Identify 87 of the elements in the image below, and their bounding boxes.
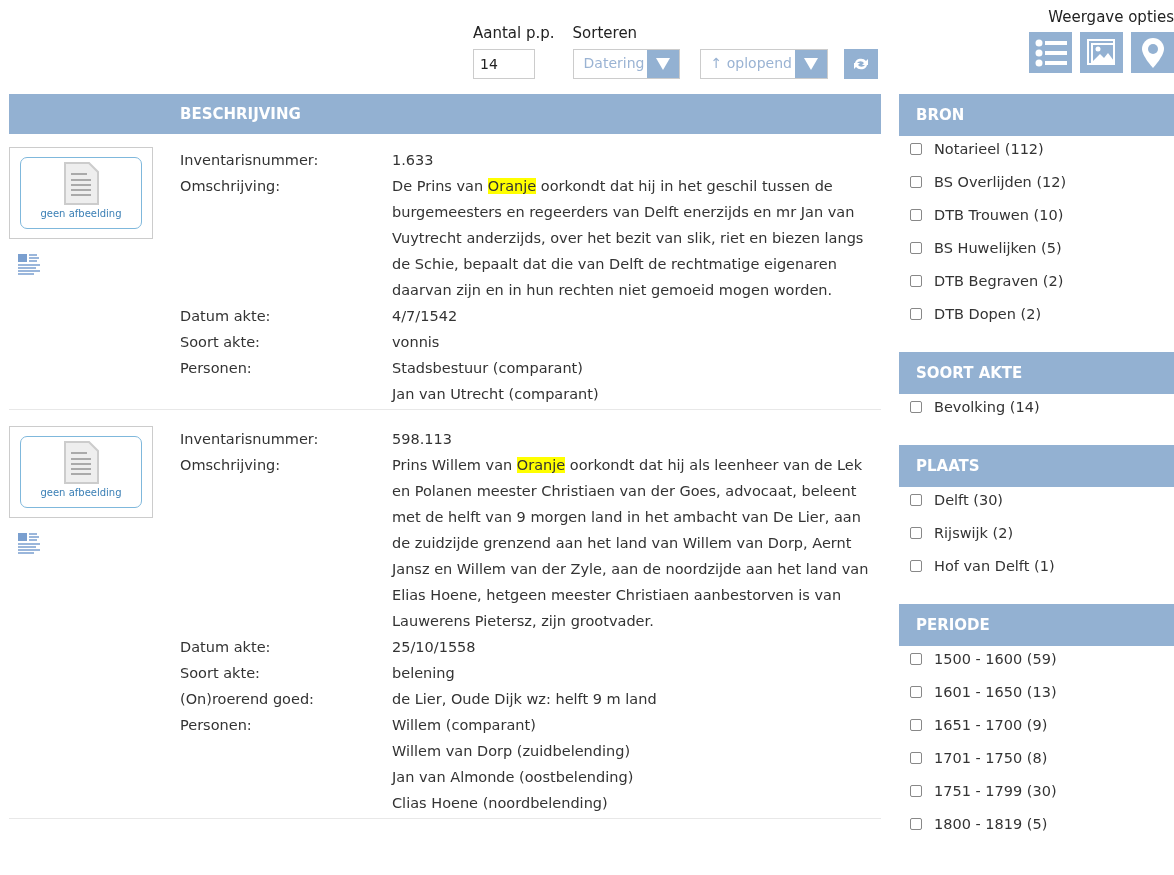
field-value: vonnis — [392, 333, 441, 352]
description-text: De Prins van Oranje oorkondt dat hij in het geschil tussen de burgemeesters en regeerders van Delft enerzijds en mr Jan van Vuytrecht anderzijds, over het bezit van slik, riet en biezen langs de Schie, bepaalt dat die van Delft de rechtmatige eigenaren daarvan zijn en in hun rechten niet gemoeid mogen worden. — [392, 177, 865, 300]
filter-option[interactable]: Hof van Delft (1) — [899, 549, 1055, 582]
field-value: 1.633 — [392, 151, 435, 170]
field-label: Omschrijving: — [180, 456, 282, 475]
checkbox[interactable] — [910, 274, 922, 287]
filter-option[interactable]: Delft (30) — [899, 483, 1004, 516]
filter-option[interactable]: Bevolking (14) — [899, 390, 1040, 423]
field-value: Willem (comparant) — [392, 716, 537, 735]
filter-option[interactable]: DTB Trouwen (10) — [899, 198, 1064, 231]
per-page-label: Aantal p.p. — [473, 24, 555, 42]
field-value: 4/7/1542 — [392, 307, 459, 326]
checkbox[interactable] — [910, 175, 922, 188]
thumbnail-frame[interactable]: geen afbeelding — [9, 426, 153, 518]
checkbox[interactable] — [910, 208, 922, 221]
view-options-label: Weergave opties — [1048, 8, 1174, 26]
field-value: Jan van Almonde (oostbelending) — [392, 768, 635, 787]
filter-option[interactable]: 1701 - 1750 (8) — [899, 741, 1048, 774]
checkbox[interactable] — [910, 142, 922, 155]
checkbox[interactable] — [910, 718, 922, 731]
checkbox[interactable] — [910, 307, 922, 320]
checkbox[interactable] — [910, 526, 922, 539]
field-label: Inventarisnummer: — [180, 151, 320, 170]
document-icon — [62, 441, 100, 485]
field-label: Personen: — [180, 716, 253, 735]
refresh-icon — [851, 56, 870, 72]
filter-option[interactable]: BS Overlijden (12) — [899, 165, 1067, 198]
filter-title: SOORT AKTE — [916, 364, 1023, 382]
article-icon[interactable] — [18, 254, 40, 276]
filter-option[interactable]: Rijswijk (2) — [899, 516, 1014, 549]
filter-title: PLAATS — [916, 457, 980, 475]
filter-option[interactable]: 1601 - 1650 (13) — [899, 675, 1057, 708]
filter-option[interactable]: 1800 - 1819 (5) — [899, 807, 1048, 840]
field-label: Inventarisnummer: — [180, 430, 320, 449]
filter-option[interactable]: Notarieel (112) — [899, 132, 1044, 165]
field-value: Willem van Dorp (zuidbelending) — [392, 742, 632, 761]
field-label: Omschrijving: — [180, 177, 282, 196]
checkbox[interactable] — [910, 817, 922, 830]
description-text: Prins Willem van Oranje oorkondt dat hij als leenheer van de Lek en Polanen meester Christiaen van der Goes, advocaat, beleent met de helft van 9 morgen land in het ambacht van De Lier, aan de zuidzijde grenzend aan het land van Willem van Dorp, Aernt Jansz en Willem van der Zyle, aan de noordzijde aan het land van Elias Hoene, hetgeen meester Christiaen aanbestorven is van Lauwerens Pietersz, zijn grootvader. — [392, 456, 870, 631]
no-image-text: geen afbeelding — [40, 487, 122, 498]
refresh-button[interactable] — [843, 49, 878, 79]
checkbox[interactable] — [910, 784, 922, 797]
checkbox[interactable] — [910, 652, 922, 665]
filter-option[interactable]: 1651 - 1700 (9) — [899, 708, 1048, 741]
no-image-text: geen afbeelding — [40, 208, 122, 219]
field-label: Personen: — [180, 359, 253, 378]
filter-option[interactable]: 1500 - 1600 (59) — [899, 642, 1057, 675]
column-title: BESCHRIJVING — [180, 105, 301, 123]
field-value: de Lier, Oude Dijk wz: helft 9 m land — [392, 690, 658, 709]
caret-icon — [654, 57, 671, 71]
field-value: belening — [392, 664, 456, 683]
field-value: Stadsbestuur (comparant) — [392, 359, 584, 378]
list-icon — [1034, 38, 1067, 67]
checkbox[interactable] — [910, 685, 922, 698]
field-label: Soort akte: — [180, 333, 261, 352]
filter-title: BRON — [916, 106, 965, 124]
checkbox[interactable] — [910, 493, 922, 506]
filter-option[interactable]: BS Huwelijken (5) — [899, 231, 1062, 264]
field-label: Soort akte: — [180, 664, 261, 683]
image-icon — [1086, 38, 1117, 67]
map-pin-icon — [1140, 36, 1165, 69]
caret-icon — [802, 57, 819, 71]
gallery-view-button[interactable] — [1080, 32, 1123, 73]
document-icon — [62, 162, 100, 206]
field-value: 598.113 — [392, 430, 453, 449]
list-view-button[interactable] — [1029, 32, 1072, 73]
checkbox[interactable] — [910, 559, 922, 572]
filter-option[interactable]: DTB Begraven (2) — [899, 264, 1064, 297]
field-value: Clias Hoene (noordbelending) — [392, 794, 609, 813]
field-value: Jan van Utrecht (comparant) — [392, 385, 600, 404]
filter-option[interactable]: 1751 - 1799 (30) — [899, 774, 1057, 807]
search-highlight: Oranje — [487, 178, 537, 194]
per-page-field[interactable]: 14 — [473, 49, 535, 79]
article-icon[interactable] — [18, 533, 40, 555]
filter-title: PERIODE — [916, 616, 990, 634]
search-highlight: Oranje — [516, 457, 566, 473]
filter-option[interactable]: DTB Dopen (2) — [899, 297, 1042, 330]
field-label: (On)roerend goed: — [180, 690, 315, 709]
field-value: 25/10/1558 — [392, 638, 477, 657]
field-label: Datum akte: — [180, 307, 272, 326]
checkbox[interactable] — [910, 241, 922, 254]
field-label: Datum akte: — [180, 638, 272, 657]
checkbox[interactable] — [910, 751, 922, 764]
map-view-button[interactable] — [1131, 32, 1174, 73]
checkbox[interactable] — [910, 400, 922, 413]
thumbnail-frame[interactable]: geen afbeelding — [9, 147, 153, 239]
sort-label: Sorteren — [572, 24, 639, 42]
